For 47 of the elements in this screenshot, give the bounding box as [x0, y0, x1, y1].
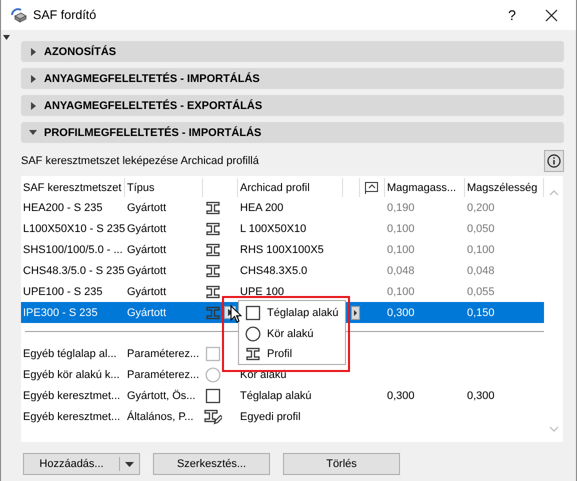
window-title: SAF fordító: [33, 8, 96, 22]
section-title: AZONOSÍTÁS: [44, 46, 116, 58]
table-cell-text: Gyártott: [126, 222, 168, 234]
table-cell-text: Egyéb kör alakú k...: [22, 368, 121, 380]
table-cell-text: Paraméterez...: [126, 368, 200, 380]
table-cell-text: L100X50X10 - S 235: [22, 222, 125, 234]
section-title: ANYAGMEGFELELTETÉS - EXPORTÁLÁS: [44, 100, 262, 112]
table-cell-text: HEA200 - S 235: [22, 202, 104, 214]
table-cell-text: Egyéb keresztmet...: [22, 390, 122, 402]
table-cell-text: RHS 100X100X5: [239, 244, 325, 256]
table-cell-text: 0,300: [386, 390, 416, 402]
table-cell-text: UPE100 - S 235: [22, 286, 104, 298]
table-cell-text: 0,300: [386, 306, 416, 318]
table-cell-text: 0,100: [466, 244, 496, 256]
table-cell-text: SHS100/100/5.0 - ...: [22, 244, 124, 256]
table-cell-text: 0,150: [466, 306, 496, 318]
table-cell-text: Gyártott: [126, 202, 168, 214]
table-cell-text: UPE 100: [239, 286, 286, 298]
table-cell-text: 0,200: [466, 202, 496, 214]
table-cell-text: Gyártott: [126, 244, 168, 256]
table-cell-text: 0,055: [466, 286, 496, 298]
table-cell-text: 0,100: [386, 286, 416, 298]
table-cell-text: 0,190: [386, 202, 416, 214]
table-cell-text: 0,048: [466, 264, 496, 276]
table-cell-text: Gyártott: [126, 286, 168, 298]
table-cell-text: IPE300 - S 235: [22, 306, 99, 318]
table-cell-text: Gyártott: [126, 264, 168, 276]
table-cell-text: 0,300: [466, 390, 496, 402]
table-cell-text: Téglalap alakú: [239, 390, 313, 402]
table-cell-text: Egyéb téglalap al...: [22, 348, 118, 360]
description-text: SAF keresztmetszet leképezése Archicad profillá: [21, 155, 259, 167]
table-cell-text: HEA 200: [239, 202, 284, 214]
table-cell-text: L 100X50X10: [239, 222, 308, 234]
section-title: ANYAGMEGFELELTETÉS - IMPORTÁLÁS: [44, 72, 260, 84]
table-cell-text: 0,100: [386, 222, 416, 234]
table-cell-text: 0,050: [466, 222, 496, 234]
section-title: PROFILMEGFELELTETÉS - IMPORTÁLÁS: [44, 126, 262, 138]
table-cell-text: Egyéb keresztmet...: [22, 410, 122, 422]
table-cell-text: Paraméterez...: [126, 348, 200, 360]
table-cell-text: 0,048: [386, 264, 416, 276]
table-cell-text: Gyártott, Ös...: [126, 390, 196, 402]
table-cell-text: CHS48.3/5.0 - S 235: [22, 264, 125, 276]
table-cell-text: Általános, P...: [126, 410, 194, 422]
table-cell-text: Gyártott: [126, 306, 168, 318]
table-cell-text: 0,100: [386, 244, 416, 256]
table-cell-text: CHS48.3X5.0: [239, 264, 308, 276]
table-cell-text: Egyedi profil: [239, 410, 302, 422]
